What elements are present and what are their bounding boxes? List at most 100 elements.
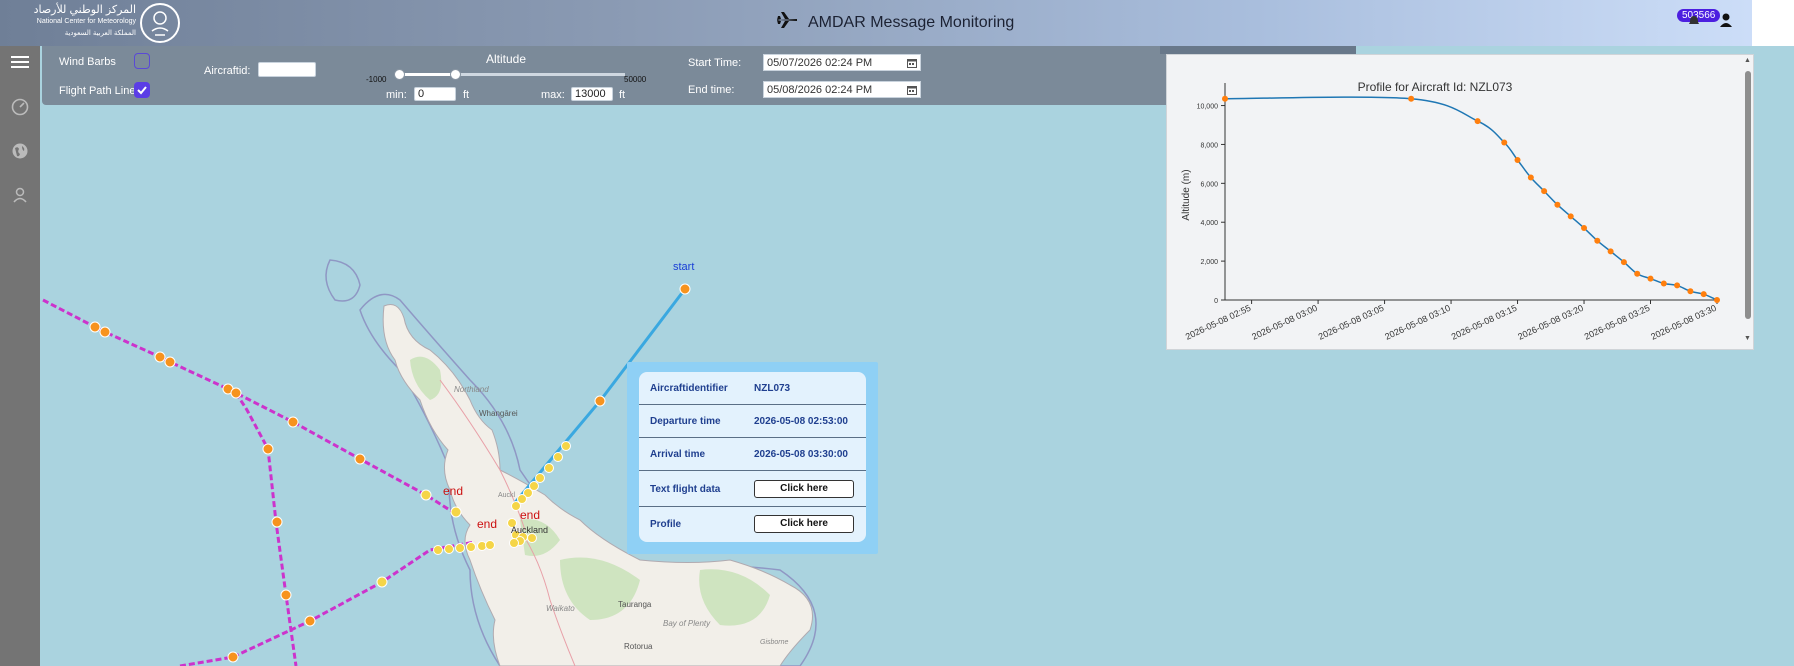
calendar-icon bbox=[907, 59, 917, 68]
waypoint-marker[interactable] bbox=[271, 516, 283, 528]
waypoint-marker[interactable] bbox=[455, 543, 465, 553]
flight-path-line bbox=[179, 540, 476, 666]
max-altitude-label: max: bbox=[541, 89, 565, 101]
profile-point bbox=[1594, 237, 1601, 244]
waypoint-marker[interactable] bbox=[262, 443, 274, 455]
popup-label: Aircraftidentifier bbox=[650, 383, 728, 394]
altitude-max-handle[interactable] bbox=[450, 69, 461, 80]
text-flight-data-button[interactable]: Click here bbox=[754, 480, 854, 498]
user-profile-icon[interactable] bbox=[11, 186, 29, 209]
gauge-icon[interactable] bbox=[11, 98, 29, 121]
wind-barbs-label: Wind Barbs bbox=[59, 56, 116, 68]
min-unit-label: ft bbox=[463, 89, 470, 101]
popup-label: Profile bbox=[650, 519, 682, 530]
flight-path-line bbox=[234, 392, 298, 666]
waypoint-marker[interactable] bbox=[553, 452, 563, 462]
user-account-icon[interactable] bbox=[1719, 12, 1733, 33]
end-label: end bbox=[520, 508, 540, 522]
start-time-input[interactable]: 05/07/2026 02:24 PM bbox=[763, 54, 921, 71]
scroll-down-arrow-icon[interactable]: ▼ bbox=[1744, 335, 1751, 342]
waypoint-marker[interactable] bbox=[230, 387, 242, 399]
waypoint-marker[interactable] bbox=[304, 615, 316, 627]
waypoint-marker[interactable] bbox=[287, 416, 299, 428]
max-altitude-input[interactable]: 13000 bbox=[571, 87, 613, 101]
waypoint-marker[interactable] bbox=[466, 542, 476, 552]
profile-point bbox=[1607, 248, 1614, 255]
end-label: end bbox=[477, 517, 497, 531]
waypoint-marker[interactable] bbox=[420, 489, 432, 501]
logo-english-name: National Center for Meteorology bbox=[36, 18, 136, 25]
x-tick-label: 2026-05-08 03:20 bbox=[1516, 303, 1585, 342]
profile-point bbox=[1527, 174, 1534, 181]
waypoint-marker[interactable] bbox=[594, 395, 606, 407]
popup-row-text-data: Text flight data Click here bbox=[639, 472, 866, 507]
waypoint-marker[interactable] bbox=[535, 473, 545, 483]
waypoint-marker[interactable] bbox=[561, 441, 571, 451]
waypoint-marker[interactable] bbox=[354, 453, 366, 465]
waypoint-marker[interactable] bbox=[509, 538, 519, 548]
scroll-up-arrow-icon[interactable]: ▲ bbox=[1744, 57, 1751, 64]
region-label-bay-of-plenty: Bay of Plenty bbox=[663, 619, 711, 628]
start-time-label: Start Time: bbox=[688, 57, 742, 69]
profile-point bbox=[1700, 291, 1707, 298]
flight-info-card: Aircraftidentifier NZL073 Departure time… bbox=[639, 372, 866, 542]
region-label-waikato: Waikato bbox=[546, 604, 575, 613]
waypoint-marker[interactable] bbox=[227, 651, 239, 663]
waypoint-marker[interactable] bbox=[444, 544, 454, 554]
popup-label: Text flight data bbox=[650, 484, 721, 495]
globe-icon[interactable] bbox=[11, 142, 29, 165]
header-right-blank bbox=[1752, 0, 1794, 46]
waypoint-marker[interactable] bbox=[99, 326, 111, 338]
city-label-tauranga: Tauranga bbox=[618, 600, 652, 609]
flight-info-popup: Aircraftidentifier NZL073 Departure time… bbox=[627, 362, 878, 554]
toolbar-extension bbox=[1160, 46, 1356, 54]
x-tick-label: 2026-05-08 03:25 bbox=[1583, 303, 1652, 342]
left-sidebar bbox=[0, 46, 40, 666]
waypoint-marker[interactable] bbox=[679, 283, 691, 295]
waypoint-marker[interactable] bbox=[89, 321, 101, 333]
start-time-value: 05/07/2026 02:24 PM bbox=[767, 57, 873, 69]
profile-point bbox=[1647, 275, 1654, 282]
x-tick-label: 2026-05-08 03:15 bbox=[1450, 303, 1519, 342]
scrollbar-thumb[interactable] bbox=[1745, 71, 1751, 319]
profile-button[interactable]: Click here bbox=[754, 515, 854, 533]
page-title: AMDAR Message Monitoring bbox=[808, 13, 1015, 31]
popup-label: Departure time bbox=[650, 416, 721, 427]
profile-point bbox=[1474, 118, 1481, 125]
flight-path-label: Flight Path Line bbox=[59, 85, 136, 97]
waypoint-marker[interactable] bbox=[280, 589, 292, 601]
x-tick-label: 2026-05-08 03:10 bbox=[1383, 303, 1452, 342]
waypoint-marker[interactable] bbox=[433, 545, 443, 555]
hamburger-menu-icon[interactable] bbox=[10, 54, 30, 75]
panel-scrollbar[interactable]: ▲ ▼ bbox=[1742, 55, 1753, 349]
calendar-icon bbox=[907, 86, 917, 95]
wind-barbs-checkbox[interactable] bbox=[134, 53, 150, 69]
aircraftid-label: Aircraftid: bbox=[204, 65, 251, 77]
y-tick-label: 8,000 bbox=[1200, 142, 1218, 149]
start-label: start bbox=[673, 261, 694, 273]
altitude-min-handle[interactable] bbox=[394, 69, 405, 80]
waypoint-marker[interactable] bbox=[154, 351, 166, 363]
min-altitude-input[interactable]: 0 bbox=[414, 87, 456, 101]
city-label-rotorua: Rotorua bbox=[624, 642, 653, 651]
waypoint-marker[interactable] bbox=[164, 356, 176, 368]
y-tick-label: 10,000 bbox=[1197, 104, 1219, 111]
popup-value: NZL073 bbox=[754, 383, 791, 394]
profile-point bbox=[1660, 280, 1667, 287]
end-time-input[interactable]: 05/08/2026 02:24 PM bbox=[763, 81, 921, 98]
altitude-profile-chart: 0 2,000 4,000 6,000 8,000 10,000 2026-05-08 02… bbox=[1181, 83, 1720, 342]
profile-point bbox=[1620, 259, 1627, 266]
flight-path-checkbox[interactable] bbox=[134, 82, 150, 98]
profile-line bbox=[1224, 96, 1718, 301]
waypoint-marker[interactable] bbox=[450, 506, 462, 518]
aircraftid-input[interactable] bbox=[258, 62, 316, 77]
waypoint-marker[interactable] bbox=[485, 540, 495, 550]
bell-icon[interactable] bbox=[1688, 14, 1700, 32]
slider-min-label: -1000 bbox=[366, 75, 387, 84]
waypoint-marker[interactable] bbox=[376, 576, 388, 588]
waypoint-marker[interactable] bbox=[544, 463, 554, 473]
profile-point bbox=[1674, 282, 1681, 289]
city-label-auckl: Auckl bbox=[498, 492, 516, 499]
profile-point bbox=[1581, 225, 1588, 232]
city-label-whangarei: Whangārei bbox=[479, 409, 518, 418]
